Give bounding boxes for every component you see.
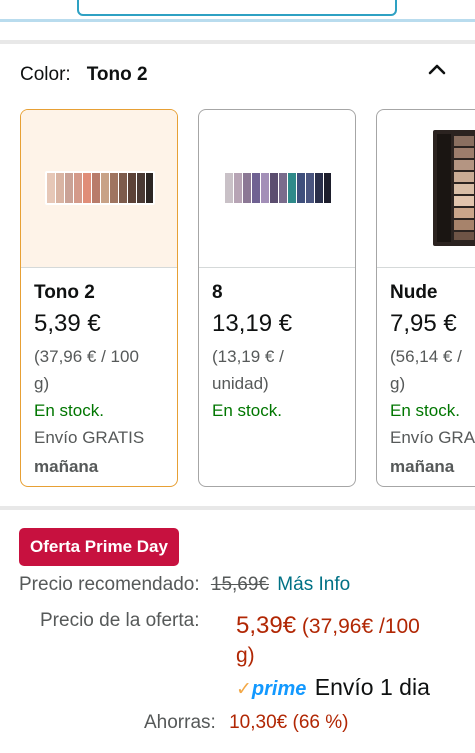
prime-shipping-row: ✓prime Envío 1 dia (236, 674, 430, 701)
variant-name: 8 (212, 282, 223, 303)
unit-price-line: g) (390, 374, 406, 393)
unit-price-line: unidad) (212, 374, 269, 393)
variant-image (377, 110, 475, 268)
recommended-price-value: 15,69€ (210, 574, 270, 595)
color-label: Color: (20, 64, 71, 85)
savings-value: 10,30€ (66 %) (229, 712, 349, 733)
variant-image (199, 110, 355, 268)
variant-card-tono-2[interactable]: Tono 2 5,39 € (37,96 € / 100 g) En stock… (20, 109, 178, 487)
offer-unit-price-cont: g) (236, 644, 255, 667)
offer-price-label: Precio de la oferta: (40, 610, 200, 631)
variant-name: Nude (390, 282, 438, 303)
top-bar (0, 0, 475, 22)
section-divider (0, 506, 475, 510)
section-divider (0, 40, 475, 44)
offer-unit-price: (37,96€ /100 (301, 615, 420, 638)
prime-check-icon: ✓ (236, 679, 252, 700)
more-info-link[interactable]: Más Info (277, 574, 350, 595)
variant-price: 5,39 € (34, 310, 101, 337)
variant-unit-price: (56,14 € / g) (390, 343, 475, 397)
shipping-day: mañana (34, 457, 99, 476)
prime-shipping-text: Envío 1 dia (314, 674, 430, 700)
shipping-day: mañana (390, 457, 455, 476)
eyeshadow-palette-icon (45, 171, 155, 205)
recommended-price-label: Precio recomendado: (19, 574, 200, 595)
stock-status: En stock. (390, 401, 460, 420)
offer-price-label-row: Precio de la oferta: (40, 610, 199, 632)
unit-price-line: (56,14 € / (390, 347, 462, 366)
variant-price: 13,19 € (212, 310, 293, 337)
eyeshadow-palette-icon (223, 171, 333, 205)
offer-price-value: 5,39€ (236, 612, 297, 639)
variant-card-nude[interactable]: Nude 7,95 € (56,14 € / g) En stock. Enví… (376, 109, 475, 487)
variant-price: 7,95 € (390, 310, 457, 337)
savings-label: Ahorras: (144, 712, 216, 733)
variant-image (21, 110, 177, 268)
unit-price-line: g) (34, 374, 50, 393)
prime-logo: prime (251, 678, 307, 700)
unit-price-line: (37,96 € / 100 (34, 347, 139, 366)
eyeshadow-palette-icon (433, 130, 475, 246)
search-input[interactable] (77, 0, 397, 16)
chevron-up-icon[interactable] (427, 60, 447, 80)
variant-carousel[interactable]: Tono 2 5,39 € (37,96 € / 100 g) En stock… (0, 109, 475, 489)
offer-price-row: 5,39€ (37,96€ /100 (236, 612, 420, 640)
shipping-info: Envío GRA (390, 428, 475, 447)
variant-unit-price: (37,96 € / 100 g) (34, 343, 173, 397)
unit-price-line: (13,19 € / (212, 347, 284, 366)
selected-color-value: Tono 2 (86, 64, 148, 85)
variant-unit-price: (13,19 € / unidad) (212, 343, 351, 397)
stock-status: En stock. (34, 401, 104, 420)
stock-status: En stock. (212, 401, 282, 420)
recommended-price-row: Precio recomendado: 15,69€ Más Info (19, 574, 350, 596)
variant-name: Tono 2 (34, 282, 95, 303)
savings-row: Ahorras: 10,30€ (66 %) (144, 712, 348, 734)
prime-day-deal-badge: Oferta Prime Day (19, 528, 179, 566)
variant-card-8[interactable]: 8 13,19 € (13,19 € / unidad) En stock. (198, 109, 356, 487)
color-selector-header[interactable]: Color: Tono 2 (20, 62, 148, 88)
shipping-info: Envío GRATIS (34, 428, 145, 447)
